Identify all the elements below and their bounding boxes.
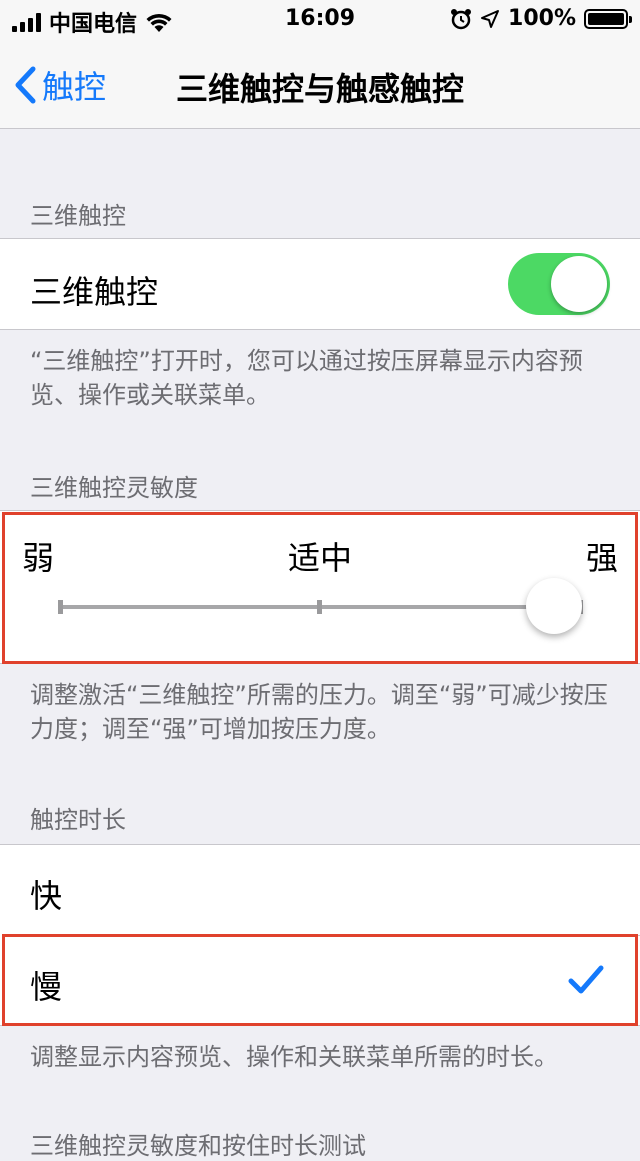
battery-percent: 100% [508, 6, 576, 31]
alarm-icon [451, 8, 472, 29]
sensitivity-footer: 调整激活“三维触控”所需的压力。调至“弱”可减少按压力度；调至“强”可增加按压力… [30, 681, 608, 743]
battery-icon [584, 8, 632, 29]
highlight-box-sensitivity [2, 512, 638, 664]
toggle-knob [551, 256, 607, 312]
section-header-test: 三维触控灵敏度和按住时长测试 [30, 1132, 366, 1160]
duration-fast-label: 快 [30, 877, 63, 915]
duration-option-fast[interactable]: 快 [0, 845, 640, 935]
3d-touch-toggle[interactable] [508, 253, 610, 315]
3d-touch-label: 三维触控 [30, 273, 159, 311]
section-header-duration: 触控时长 [30, 806, 126, 834]
status-bar: 中国电信 16:09 100% [0, 0, 640, 40]
status-right: 100% [450, 6, 632, 31]
duration-footer: 调整显示内容预览、操作和关联菜单所需的时长。 [30, 1043, 558, 1071]
navigation-bar: 触控 三维触控与触感触控 [0, 40, 640, 129]
location-icon [481, 9, 500, 28]
3d-touch-group: 三维触控 [0, 238, 640, 330]
page-title: 三维触控与触感触控 [175, 70, 464, 108]
section-header-3d-touch: 三维触控 [30, 202, 126, 230]
3d-touch-footer: “三维触控”打开时，您可以通过按压屏幕显示内容预览、操作或关联菜单。 [30, 347, 583, 409]
highlight-box-slow [2, 934, 638, 1026]
section-header-sensitivity: 三维触控灵敏度 [30, 474, 198, 502]
